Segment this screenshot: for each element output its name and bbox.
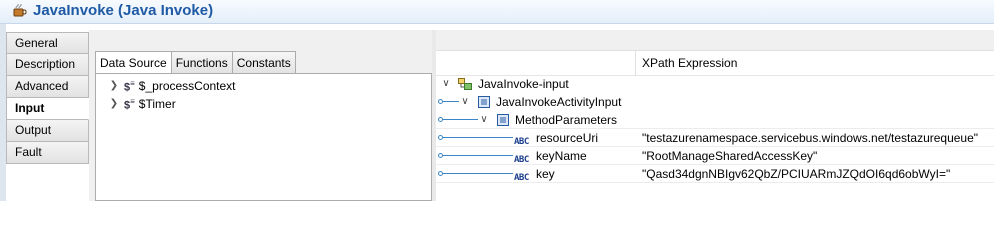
row-label: key [536, 167, 555, 181]
java-invoke-icon [13, 4, 27, 17]
tab-data-source[interactable]: Data Source [95, 51, 172, 74]
xpath-column-header: XPath Expression [642, 56, 738, 70]
tab-label: Fault [15, 145, 42, 159]
tab-constants[interactable]: Constants [232, 51, 296, 74]
tab-advanced[interactable]: Advanced [6, 76, 89, 98]
tree-item-label: $Timer [138, 97, 176, 111]
row-label: JavaInvokeActivityInput [496, 95, 622, 109]
mapper-row-key-name[interactable]: ABC keyName "RootManageSharedAccessKey" [436, 147, 994, 165]
mapper-row-resource-uri[interactable]: ABC resourceUri "testazurenamespace.serv… [436, 129, 994, 147]
chevron-right-icon[interactable]: ❯ [108, 98, 120, 110]
variable-icon: $≡ [124, 97, 135, 112]
tab-functions[interactable]: Functions [171, 51, 233, 74]
tab-description[interactable]: Description [6, 54, 89, 76]
mapper-row-key[interactable]: ABC key "Qasd34dgnNBIgv62QbZ/PCIUARmJZQd… [436, 165, 994, 183]
xpath-expression[interactable]: "testazurenamespace.servicebus.windows.n… [642, 129, 978, 147]
tab-input[interactable]: Input [6, 98, 89, 120]
schema-root-icon [458, 78, 472, 90]
element-icon [497, 114, 509, 126]
mapping-line [443, 137, 513, 138]
editor-header: JavaInvoke (Java Invoke) [0, 0, 994, 24]
tab-output[interactable]: Output [6, 120, 89, 142]
mapper-row-method-parameters[interactable]: ∨ MethodParameters [436, 111, 994, 129]
mapper-column-header: XPath Expression [436, 51, 994, 76]
tab-label: General [15, 36, 58, 50]
mapper-row-activity-input[interactable]: ∨ JavaInvokeActivityInput [436, 93, 994, 111]
string-type-icon: ABC [514, 173, 529, 183]
row-label: MethodParameters [515, 113, 618, 127]
chevron-down-icon[interactable]: ∨ [478, 114, 490, 126]
row-label: resourceUri [536, 131, 599, 145]
tab-label: Description [15, 57, 76, 71]
tree-item-timer[interactable]: ❯ $≡ $Timer [108, 95, 176, 113]
mapper-panel: XPath Expression ∨ JavaInvoke-input ∨ Ja… [436, 30, 994, 201]
tab-label: Advanced [15, 79, 69, 93]
row-label: JavaInvoke-input [478, 77, 569, 91]
mapping-line [443, 119, 478, 120]
xpath-expression[interactable]: "Qasd34dgnNBIgv62QbZ/PCIUARmJZQdOI6qd6ob… [642, 165, 950, 183]
properties-sidenav: General Description Advanced Input Outpu… [6, 32, 89, 164]
tab-fault[interactable]: Fault [6, 142, 89, 164]
page-title: JavaInvoke (Java Invoke) [33, 2, 214, 19]
data-source-panel: Data Source Functions Constants ❯ $≡ $_p… [89, 30, 432, 201]
tree-item-label: $_processContext [138, 79, 236, 93]
chevron-down-icon[interactable]: ∨ [440, 78, 452, 90]
element-icon [478, 96, 490, 108]
column-divider[interactable] [635, 51, 636, 76]
tab-general[interactable]: General [6, 32, 89, 54]
mapping-line [443, 173, 513, 174]
data-source-tabs: Data Source Functions Constants [95, 51, 296, 74]
mapping-line [443, 155, 513, 156]
data-source-tree: ❯ $≡ $_processContext ❯ $≡ $Timer [95, 73, 432, 201]
mapping-line [443, 101, 459, 102]
mapper-toolbar [436, 30, 994, 51]
chevron-down-icon[interactable]: ∨ [459, 96, 471, 108]
mapper-row-javainvoke-input[interactable]: ∨ JavaInvoke-input [436, 75, 994, 93]
xpath-expression[interactable]: "RootManageSharedAccessKey" [642, 147, 817, 165]
row-label: keyName [536, 149, 587, 163]
tab-label: Output [15, 123, 52, 137]
chevron-right-icon[interactable]: ❯ [108, 80, 120, 92]
tab-label: Input [15, 101, 45, 115]
